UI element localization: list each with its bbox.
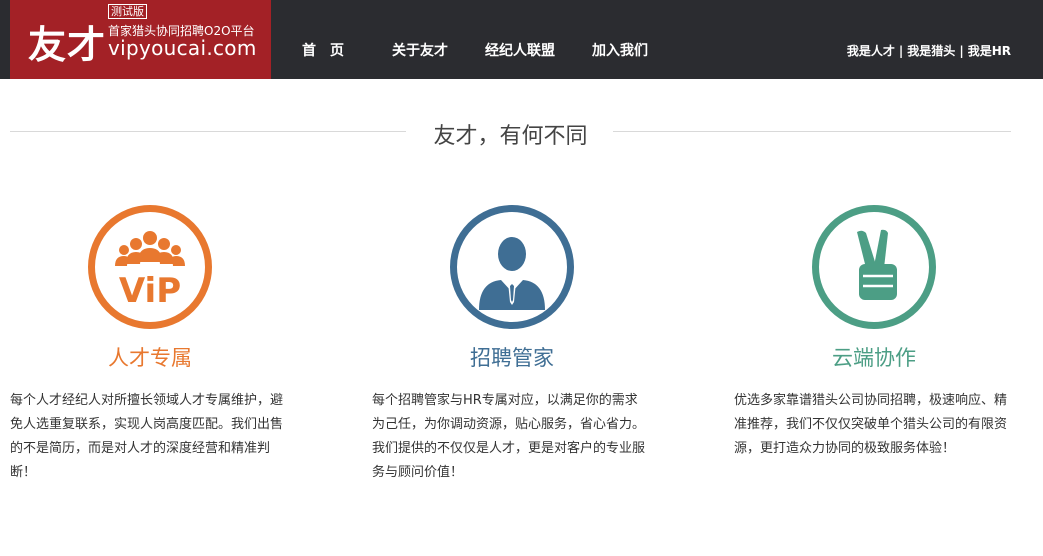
section-title-text: 友才，有何不同: [413, 124, 608, 149]
section-heading: 友才，有何不同: [10, 114, 1011, 150]
link-talent[interactable]: 我是人才: [847, 44, 895, 58]
nav-join-us[interactable]: 加入我们: [592, 40, 648, 60]
nav-about[interactable]: 关于友才: [392, 40, 448, 60]
vip-text: ViP: [119, 271, 181, 311]
nav-home[interactable]: 首 页: [302, 40, 344, 60]
nav-agent-alliance[interactable]: 经纪人联盟: [485, 40, 555, 60]
link-hr[interactable]: 我是HR: [968, 44, 1011, 58]
logo-domain: vipyoucai.com: [108, 36, 257, 60]
businessman-icon: [450, 205, 574, 329]
victory-hand-icon: [812, 205, 936, 329]
user-role-links: 我是人才 | 我是猎头 | 我是HR: [847, 42, 1011, 59]
link-headhunter[interactable]: 我是猎头: [907, 44, 955, 58]
feature-title: 招聘管家: [470, 346, 554, 370]
top-nav-bar: 友才 测试版 首家猎头协同招聘O2O平台 vipyoucai.com 首 页 关…: [0, 0, 1043, 79]
feature-description: 每个人才经纪人对所擅长领域人才专属维护，避免人选重复联系，实现人岗高度匹配。我们…: [10, 393, 284, 480]
feature-title: 人才专属: [108, 346, 192, 370]
logo-mark: 友才: [28, 23, 107, 67]
feature-title: 云端协作: [832, 346, 916, 370]
feature-description: 优选多家靠谱猎头公司协同招聘，极速响应、精准推荐，我们不仅仅突破单个猎头公司的有…: [734, 393, 1008, 456]
separator: |: [898, 44, 904, 58]
separator: |: [959, 44, 964, 58]
logo[interactable]: 友才 测试版 首家猎头协同招聘O2O平台 vipyoucai.com: [10, 0, 271, 79]
beta-badge: 测试版: [108, 4, 147, 19]
feature-description: 每个招聘管家与HR专属对应，以满足你的需求为己任，为你调动资源，贴心服务，省心省…: [372, 393, 646, 480]
section-title: 友才，有何不同: [10, 118, 1011, 150]
vip-people-icon: ViP: [88, 205, 212, 329]
